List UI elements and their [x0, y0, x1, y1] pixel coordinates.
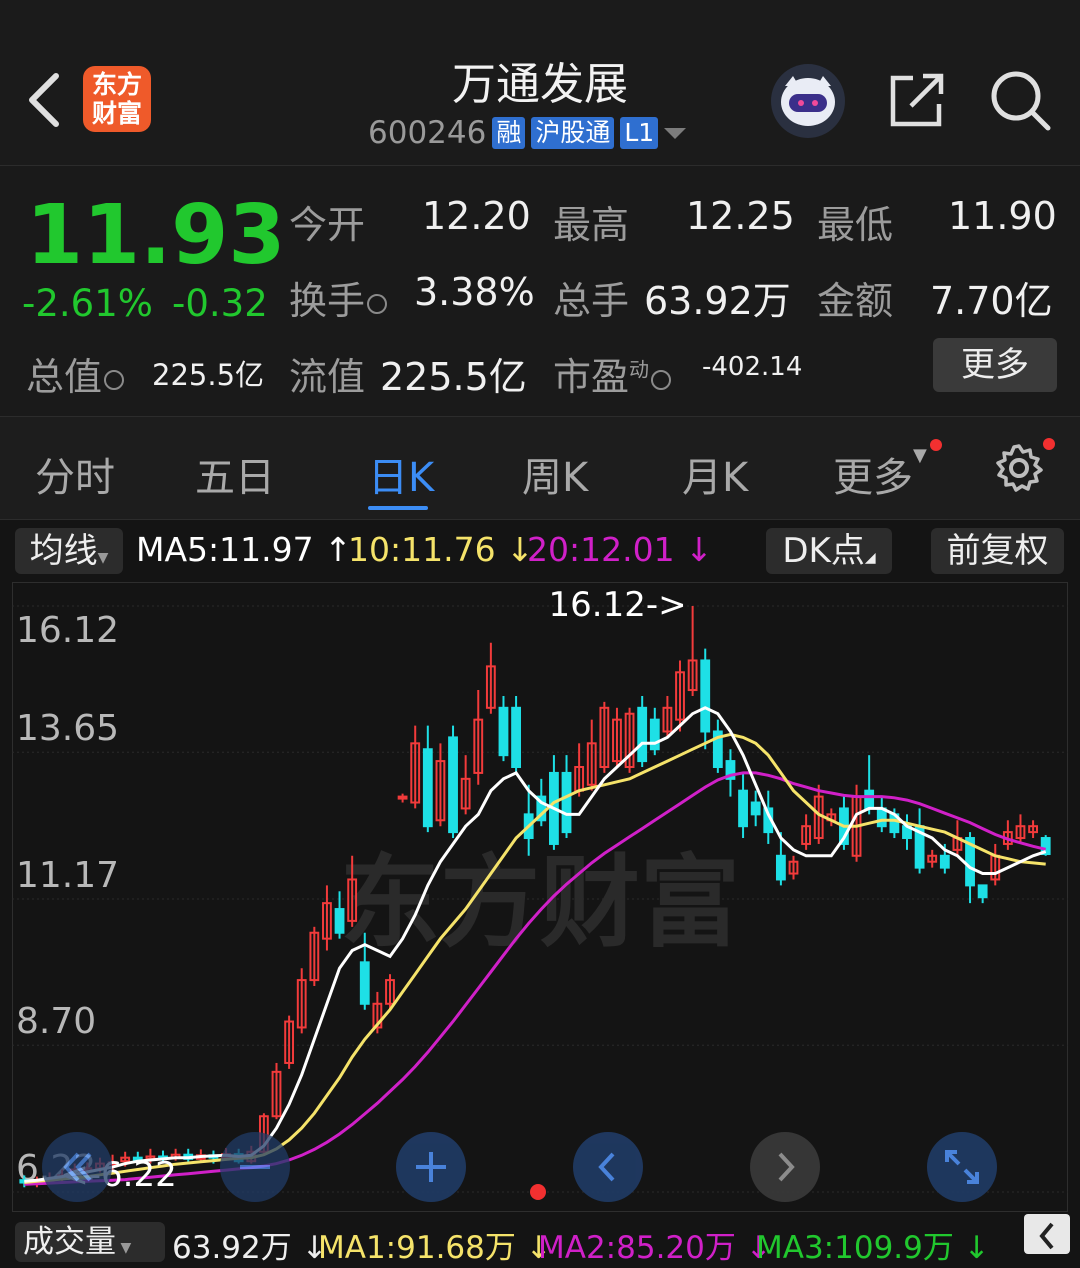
- candle-body: [750, 801, 761, 816]
- candle-body: [864, 789, 875, 810]
- low-value: 11.90: [948, 194, 1057, 238]
- chevron-right-icon: [778, 1152, 795, 1182]
- open-value: 12.20: [422, 194, 531, 238]
- candle-body: [498, 706, 509, 757]
- dk-point-button[interactable]: DK点◢: [766, 528, 892, 574]
- change-percent: -2.61%: [22, 282, 153, 325]
- adjust-button[interactable]: 前复权: [931, 528, 1064, 574]
- tab-daily-k[interactable]: 日K: [368, 445, 434, 503]
- tab-more[interactable]: 更多▼: [833, 445, 927, 503]
- y-tick-label: 11.17: [16, 855, 119, 896]
- high-value: 12.25: [686, 194, 795, 238]
- marker-dot: [530, 1184, 546, 1200]
- candle-body: [775, 854, 786, 881]
- turnover-value: 3.38%: [414, 270, 535, 314]
- fast-back-button[interactable]: [42, 1132, 112, 1202]
- tab-intraday[interactable]: 分时: [35, 445, 115, 503]
- pe-label[interactable]: 市盈动: [553, 346, 672, 401]
- candle-body: [334, 908, 345, 934]
- candle-body: [977, 884, 988, 899]
- expand-icon: [945, 1150, 979, 1184]
- candle-body: [700, 659, 711, 733]
- candle-body: [397, 795, 408, 800]
- notification-dot: [930, 439, 942, 451]
- candle-body: [511, 706, 521, 769]
- tag-level: L1: [620, 117, 659, 149]
- more-button[interactable]: 更多: [933, 338, 1057, 392]
- volume-value: 63.92万: [644, 279, 791, 323]
- kline-chart[interactable]: 16.1213.6511.178.706.22东方财富16.12-><-6.22: [12, 582, 1068, 1212]
- zoom-out-button[interactable]: [220, 1132, 290, 1202]
- y-tick-label: 13.65: [16, 708, 119, 749]
- float-value: 225.5亿: [380, 355, 527, 399]
- tab-five-day[interactable]: 五日: [195, 445, 275, 503]
- active-tab-indicator: [368, 506, 428, 510]
- chevron-left-icon: [1039, 1222, 1054, 1250]
- tag-connect: 沪股通: [531, 117, 615, 149]
- ma20-line: [24, 771, 1047, 1186]
- info-icon: [104, 369, 125, 390]
- volume-value: 63.92万 ↓: [172, 1230, 328, 1266]
- info-icon: [651, 369, 672, 390]
- tab-weekly-k[interactable]: 周K: [522, 445, 588, 503]
- y-tick-label: 16.12: [16, 610, 119, 651]
- candle-body: [561, 771, 572, 834]
- ma20-value: 20:12.01 ↓: [527, 530, 713, 569]
- stock-code: 600246: [368, 115, 487, 151]
- ma-select-button[interactable]: 均线▼: [15, 528, 123, 574]
- mktcap-value: 225.5亿: [152, 358, 265, 392]
- amount-value: 7.70亿: [930, 279, 1053, 323]
- open-label: 今开: [289, 203, 366, 247]
- volume-ma1: MA1:91.68万 ↓: [318, 1230, 552, 1266]
- change-amount: -0.32: [172, 282, 268, 325]
- ma10-value: 10:11.76 ↓: [348, 530, 534, 569]
- step-back-button[interactable]: [573, 1132, 643, 1202]
- minus-icon: [240, 1165, 270, 1169]
- max-price-label: 16.12->: [549, 585, 687, 625]
- low-label: 最低: [817, 203, 894, 247]
- amount-label: 金额: [817, 279, 894, 323]
- plus-icon: [416, 1152, 446, 1182]
- candle-body: [448, 736, 458, 834]
- candle-body: [359, 961, 370, 1005]
- stock-code-row[interactable]: 600246 融 沪股通 L1: [368, 113, 687, 153]
- dropdown-triangle-icon: [664, 128, 687, 139]
- search-icon[interactable]: [988, 68, 1052, 132]
- step-forward-button[interactable]: [750, 1132, 820, 1202]
- pe-value: -402.14: [702, 352, 803, 382]
- candle-body: [939, 854, 950, 869]
- volume-indicator-select[interactable]: 成交量 ▼: [15, 1222, 165, 1262]
- ma5-value: MA5:11.97 ↑: [136, 530, 352, 569]
- float-label: 流值: [289, 355, 366, 399]
- share-icon[interactable]: [887, 70, 947, 130]
- collapse-button[interactable]: [1024, 1214, 1070, 1254]
- candle-body: [637, 706, 648, 763]
- settings-gear-icon[interactable]: [993, 442, 1045, 494]
- high-label: 最高: [553, 203, 630, 247]
- tag-margin: 融: [492, 117, 526, 149]
- info-icon: [367, 293, 388, 314]
- double-left-icon: [63, 1152, 92, 1182]
- current-price: 11.93: [26, 188, 286, 283]
- candle-body: [649, 718, 660, 751]
- candle-body: [422, 748, 433, 828]
- tab-monthly-k[interactable]: 月K: [682, 445, 748, 503]
- volume-ma2: MA2:85.20万 ↓: [538, 1230, 772, 1266]
- y-tick-label: 8.70: [16, 1001, 96, 1042]
- zoom-in-button[interactable]: [396, 1132, 466, 1202]
- fullscreen-button[interactable]: [927, 1132, 997, 1202]
- candle-body: [738, 789, 748, 828]
- volume-ma3: MA3:109.9万 ↓: [756, 1230, 990, 1266]
- mktcap-label[interactable]: 总值: [26, 346, 125, 401]
- turnover-label[interactable]: 换手: [289, 270, 388, 325]
- robot-assistant-icon[interactable]: [771, 64, 845, 138]
- volume-label: 总手: [553, 279, 630, 323]
- notification-dot: [1043, 438, 1055, 450]
- chevron-left-icon: [598, 1152, 615, 1182]
